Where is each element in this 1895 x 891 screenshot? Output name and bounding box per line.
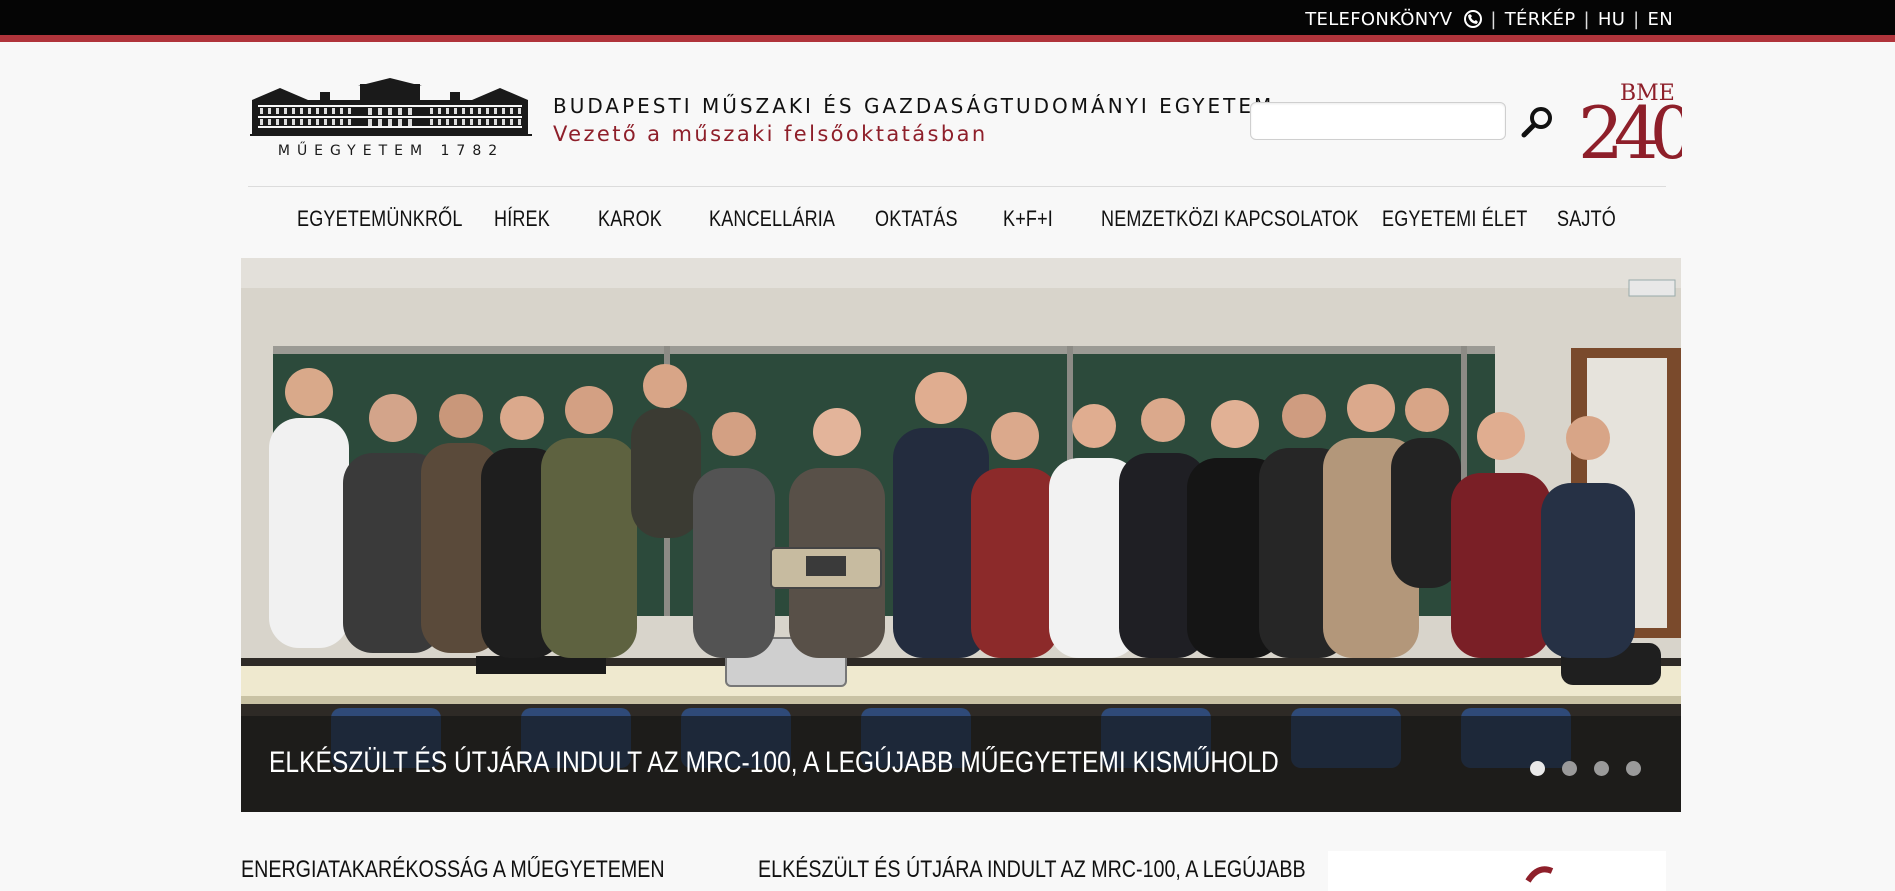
phone-icon[interactable] [1464, 10, 1483, 28]
sidebar-banner[interactable] [1328, 851, 1666, 891]
site-subtitle: Vezető a műszaki felsőoktatásban [553, 122, 988, 146]
phonebook-link[interactable]: TELEFONKÖNYV [1305, 9, 1452, 30]
nav-item-education[interactable]: OKTATÁS [875, 206, 958, 232]
search-button[interactable] [1520, 104, 1556, 140]
nav-item-chancellery[interactable]: KANCELLÁRIA [709, 206, 835, 232]
slider-dot-2[interactable] [1562, 761, 1577, 776]
separator: | [1490, 8, 1497, 30]
slider-dot-3[interactable] [1594, 761, 1609, 776]
logo-caption: MŰEGYETEM 1782 [278, 141, 504, 158]
slider-pagination [1530, 761, 1641, 776]
slider-dot-1[interactable] [1530, 761, 1545, 776]
map-link[interactable]: TÉRKÉP [1505, 9, 1576, 30]
site-title: BUDAPESTI MŰSZAKI ÉS GAZDASÁGTUDOMÁNYI E… [553, 94, 1275, 118]
nav-item-news[interactable]: HÍREK [494, 206, 550, 232]
accent-stripe [0, 35, 1895, 42]
separator: | [1633, 8, 1640, 30]
slide-caption-bar: ELKÉSZÜLT ÉS ÚTJÁRA INDULT AZ MRC-100, A… [241, 716, 1681, 812]
search-icon [1521, 107, 1552, 138]
nav-item-press[interactable]: SAJTÓ [1557, 206, 1616, 232]
top-utility-bar: TELEFONKÖNYV | TÉRKÉP | HU | EN [0, 0, 1895, 42]
hero-slider[interactable]: ELKÉSZÜLT ÉS ÚTJÁRA INDULT AZ MRC-100, A… [241, 258, 1681, 812]
nav-item-faculties[interactable]: KAROK [598, 206, 662, 232]
nav-item-campus-life[interactable]: EGYETEMI ÉLET [1382, 206, 1527, 232]
main-navigation: EGYETEMÜNKRŐL HÍREK KAROK KANCELLÁRIA OK… [0, 206, 1895, 238]
nav-item-about[interactable]: EGYETEMÜNKRŐL [297, 206, 463, 232]
nav-item-international[interactable]: NEMZETKÖZI KAPCSOLATOK [1101, 206, 1359, 232]
separator: | [1583, 8, 1590, 30]
language-en-link[interactable]: EN [1648, 9, 1673, 30]
slide-caption[interactable]: ELKÉSZÜLT ÉS ÚTJÁRA INDULT AZ MRC-100, A… [269, 746, 1279, 780]
university-logo[interactable]: MŰEGYETEM 1782 [250, 78, 532, 159]
top-links: TELEFONKÖNYV | TÉRKÉP | HU | EN [1305, 6, 1673, 32]
language-hu-link[interactable]: HU [1598, 9, 1625, 30]
bme-logo-number: 240 [1578, 91, 1682, 160]
news-title-energy[interactable]: ENERGIATAKARÉKOSSÁG A MŰEGYETEMEN [241, 856, 665, 884]
nav-item-research[interactable]: K+F+I [1003, 206, 1053, 232]
bme-240-logo[interactable]: BME 240 [1578, 78, 1702, 175]
search-input[interactable] [1250, 102, 1506, 140]
slider-dot-4[interactable] [1626, 761, 1641, 776]
news-title-mrc100[interactable]: ELKÉSZÜLT ÉS ÚTJÁRA INDULT AZ MRC-100, A… [758, 856, 1306, 884]
header-divider [248, 186, 1666, 187]
